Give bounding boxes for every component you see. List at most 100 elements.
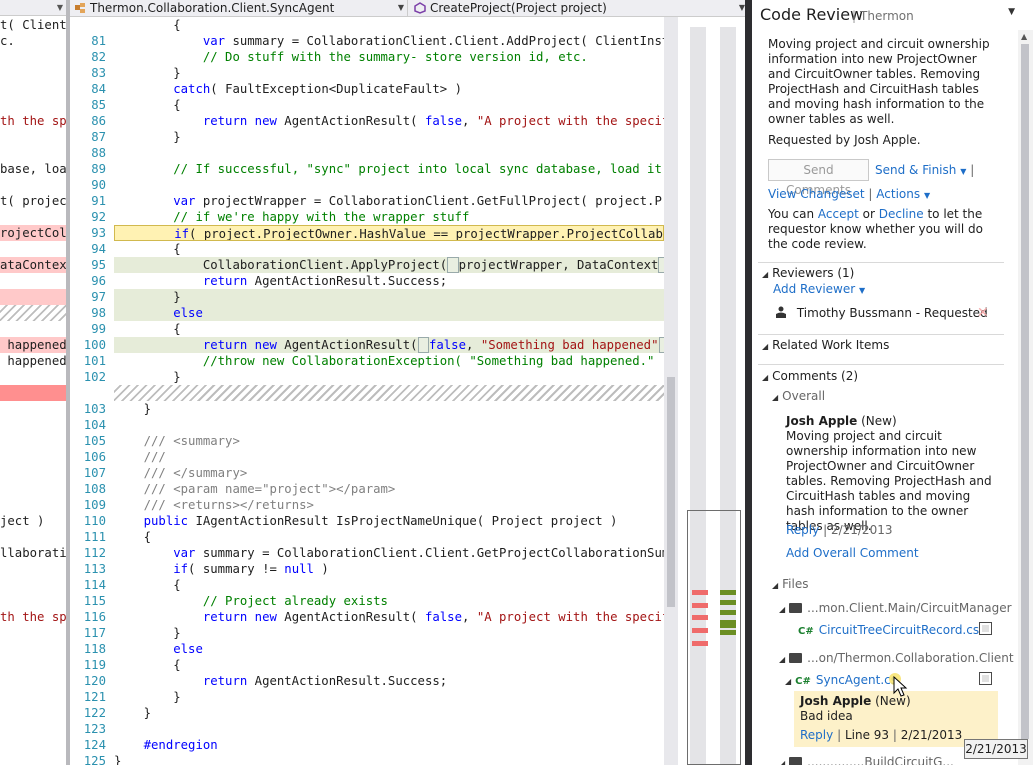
reviewers-section-header[interactable]: ◢ Reviewers (1) bbox=[762, 266, 854, 280]
reply-link[interactable]: Reply bbox=[786, 523, 819, 537]
code-line[interactable]: else bbox=[114, 641, 664, 657]
file-row-2[interactable]: ◢ C# SyncAgent.cs bbox=[785, 673, 897, 689]
reply-link[interactable]: Reply bbox=[800, 728, 833, 742]
line-number: 115 bbox=[83, 594, 106, 608]
line-number: 119 bbox=[83, 658, 106, 672]
code-line[interactable]: /// bbox=[114, 449, 664, 465]
code-line[interactable]: } bbox=[114, 289, 664, 305]
code-line[interactable]: // if we're happy with the wrapper stuff bbox=[114, 209, 664, 225]
code-line[interactable]: } bbox=[114, 753, 664, 765]
code-line[interactable]: { bbox=[114, 321, 664, 337]
comment-status: (New) bbox=[861, 414, 897, 428]
code-line[interactable]: } bbox=[114, 401, 664, 417]
overview-viewport-box[interactable] bbox=[687, 510, 741, 765]
code-line[interactable]: // If successful, "sync" project into lo… bbox=[114, 161, 664, 177]
send-finish-link[interactable]: Send & Finish bbox=[875, 163, 956, 177]
panel-scrollbar[interactable]: ▲ bbox=[1018, 30, 1033, 765]
file-link[interactable]: CircuitTreeCircuitRecord.cs bbox=[819, 623, 979, 637]
code-line[interactable]: } bbox=[114, 625, 664, 641]
left-code-line bbox=[0, 65, 66, 81]
add-overall-comment-link[interactable]: Add Overall Comment bbox=[786, 546, 919, 560]
code-line[interactable]: { bbox=[114, 241, 664, 257]
decline-link[interactable]: Decline bbox=[879, 207, 924, 221]
actions-link[interactable]: Actions bbox=[876, 187, 920, 201]
code-line[interactable]: /// <param name="project"></param> bbox=[114, 481, 664, 497]
chevron-down-icon[interactable]: ▼ bbox=[960, 167, 966, 176]
accept-link[interactable]: Accept bbox=[818, 207, 859, 221]
code-line[interactable]: { bbox=[114, 657, 664, 673]
code-line[interactable]: /// <summary> bbox=[114, 433, 664, 449]
code-line[interactable]: { bbox=[114, 97, 664, 113]
code-line[interactable]: var summary = CollaborationClient.Client… bbox=[114, 545, 664, 561]
expanded-triangle-icon[interactable]: ◢ bbox=[779, 655, 785, 664]
code-line[interactable]: CollaborationClient.ApplyProject( projec… bbox=[114, 257, 664, 273]
code-line[interactable]: // Do stuff with the summary- store vers… bbox=[114, 49, 664, 65]
code-line[interactable]: } bbox=[114, 65, 664, 81]
code-line[interactable]: return new AgentActionResult( false, "A … bbox=[114, 609, 664, 625]
folder-row-1[interactable]: ◢ ...mon.Client.Main/CircuitManager bbox=[779, 601, 1012, 617]
chevron-down-icon[interactable]: ▼ bbox=[1008, 7, 1015, 17]
code-line[interactable]: return new AgentActionResult( false, "A … bbox=[114, 113, 664, 129]
class-icon bbox=[75, 3, 85, 13]
file-reviewed-checkbox[interactable] bbox=[979, 672, 992, 685]
expanded-triangle-icon[interactable]: ◢ bbox=[772, 393, 778, 402]
code-line[interactable]: { bbox=[114, 577, 664, 593]
code-line[interactable]: return AgentActionResult.Success; bbox=[114, 673, 664, 689]
type-dropdown[interactable]: Thermon.Collaboration.Client.SyncAgent ▼ bbox=[70, 0, 408, 17]
expanded-triangle-icon[interactable]: ◢ bbox=[772, 581, 778, 590]
expanded-triangle-icon[interactable]: ◢ bbox=[762, 373, 768, 382]
code-line[interactable]: /// <returns></returns> bbox=[114, 497, 664, 513]
code-line[interactable]: var projectWrapper = CollaborationClient… bbox=[114, 193, 664, 209]
code-line[interactable]: } bbox=[114, 689, 664, 705]
code-line[interactable]: } bbox=[114, 705, 664, 721]
scrollbar-thumb[interactable] bbox=[667, 377, 675, 607]
file-reviewed-checkbox[interactable] bbox=[979, 622, 992, 635]
code-line[interactable]: catch( FaultException<DuplicateFault> ) bbox=[114, 81, 664, 97]
scrollbar-thumb[interactable] bbox=[1021, 44, 1029, 739]
expanded-triangle-icon[interactable]: ◢ bbox=[785, 677, 791, 686]
code-line[interactable] bbox=[114, 417, 664, 433]
code-line[interactable]: #endregion bbox=[114, 737, 664, 753]
code-line[interactable] bbox=[114, 177, 664, 193]
expanded-triangle-icon[interactable]: ◢ bbox=[779, 759, 785, 765]
code-line[interactable]: /// </summary> bbox=[114, 465, 664, 481]
code-line[interactable]: //throw new CollaborationException( "Som… bbox=[114, 353, 664, 369]
chevron-down-icon[interactable]: ▼ bbox=[57, 3, 63, 12]
code-line[interactable] bbox=[114, 145, 664, 161]
code-line[interactable]: { bbox=[114, 529, 664, 545]
code-line[interactable]: } bbox=[114, 129, 664, 145]
code-line[interactable]: else bbox=[114, 305, 664, 321]
code-line[interactable] bbox=[114, 721, 664, 737]
chevron-down-icon[interactable]: ▼ bbox=[859, 286, 865, 295]
remove-reviewer-icon[interactable]: ✕ bbox=[977, 306, 989, 320]
send-comments-button[interactable]: Send Comments bbox=[768, 159, 869, 197]
editor-scrollbar[interactable] bbox=[664, 17, 678, 765]
code-line[interactable]: return new AgentActionResult( false, "So… bbox=[114, 337, 664, 353]
chevron-down-icon[interactable]: ▼ bbox=[924, 191, 930, 200]
code-line[interactable]: { bbox=[114, 17, 664, 33]
code-line[interactable]: return AgentActionResult.Success; bbox=[114, 273, 664, 289]
folder-row-2[interactable]: ◢ ...on/Thermon.Collaboration.Client bbox=[779, 651, 1014, 667]
overall-group-header[interactable]: ◢ Overall bbox=[772, 389, 825, 405]
file-row-1[interactable]: C# CircuitTreeCircuitRecord.cs bbox=[798, 623, 979, 639]
member-dropdown[interactable]: CreateProject(Project project) ▼ bbox=[410, 0, 748, 17]
left-pane-nav-bar[interactable]: ▼ bbox=[0, 0, 66, 16]
expanded-triangle-icon[interactable]: ◢ bbox=[762, 342, 768, 351]
code-line[interactable]: var summary = CollaborationClient.Client… bbox=[114, 33, 664, 49]
expanded-triangle-icon[interactable]: ◢ bbox=[762, 270, 768, 279]
code-line[interactable]: } bbox=[114, 369, 664, 385]
code-line[interactable]: public IAgentActionResult IsProjectNameU… bbox=[114, 513, 664, 529]
add-reviewer-link[interactable]: Add Reviewer bbox=[773, 282, 855, 296]
code-line[interactable]: if( summary != null ) bbox=[114, 561, 664, 577]
code-editor[interactable]: {81 var summary = CollaborationClient.Cl… bbox=[70, 17, 664, 765]
diff-overview-margin[interactable] bbox=[680, 17, 750, 765]
expanded-triangle-icon[interactable]: ◢ bbox=[779, 605, 785, 614]
scroll-up-icon[interactable]: ▲ bbox=[1021, 32, 1027, 41]
view-changeset-link[interactable]: View Changeset bbox=[768, 187, 865, 201]
related-work-items-header[interactable]: ◢ Related Work Items bbox=[762, 338, 889, 352]
code-line[interactable]: // Project already exists bbox=[114, 593, 664, 609]
code-line[interactable]: if( project.ProjectOwner.HashValue == pr… bbox=[114, 225, 664, 241]
file-link[interactable]: SyncAgent.cs bbox=[816, 673, 897, 687]
comments-section-header[interactable]: ◢ Comments (2) bbox=[762, 369, 858, 383]
files-group-header[interactable]: ◢ Files bbox=[772, 577, 809, 593]
